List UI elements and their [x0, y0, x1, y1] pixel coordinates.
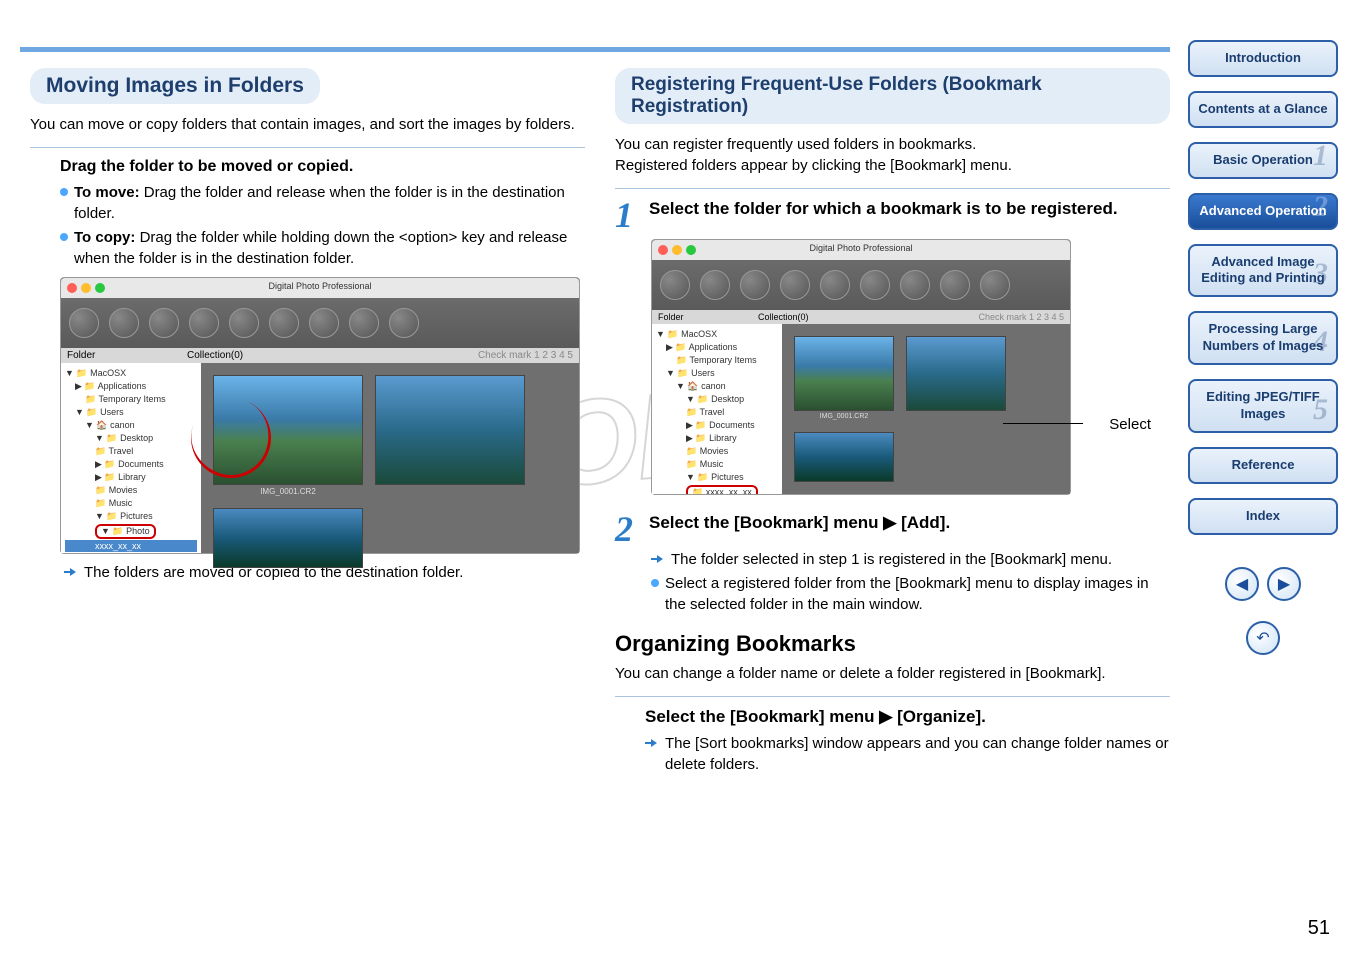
- left-column: Moving Images in Folders You can move or…: [30, 68, 585, 778]
- intro-registering: You can register frequently used folders…: [615, 134, 1170, 176]
- nav-reference[interactable]: Reference: [1188, 447, 1338, 484]
- toolbar-button[interactable]: [660, 270, 690, 300]
- right-column: Registering Frequent-Use Folders (Bookma…: [615, 68, 1170, 778]
- toolbar-button[interactable]: [980, 270, 1010, 300]
- tab-collection[interactable]: Collection(0): [758, 312, 978, 322]
- thumbnail[interactable]: [794, 336, 894, 411]
- rule: [30, 147, 585, 148]
- thumbnail[interactable]: [794, 432, 894, 482]
- move-text: Drag the folder and release when the fol…: [74, 184, 565, 222]
- toolbar-button[interactable]: [149, 308, 179, 338]
- arrow-icon: [64, 567, 78, 577]
- nav-introduction[interactable]: Introduction: [1188, 40, 1338, 77]
- selected-folder[interactable]: 📁 xxxx_xx_xx: [686, 485, 758, 494]
- step2-bullet: Select a registered folder from the [Boo…: [651, 573, 1170, 615]
- thumbnail[interactable]: [375, 375, 525, 485]
- toolbar-button[interactable]: [700, 270, 730, 300]
- nav-processing-large[interactable]: Processing Large Numbers of Images4: [1188, 311, 1338, 365]
- back-button[interactable]: ↶: [1246, 621, 1280, 655]
- section-title-moving: Moving Images in Folders: [30, 68, 320, 104]
- bullet-icon: [60, 233, 68, 241]
- toolbar-button[interactable]: [860, 270, 890, 300]
- sidebar-nav: Introduction Contents at a Glance Basic …: [1188, 40, 1338, 655]
- toolbar-button[interactable]: [389, 308, 419, 338]
- bullet-move: To move: Drag the folder and release whe…: [60, 182, 585, 224]
- callout-line: [1003, 423, 1083, 424]
- prev-page-button[interactable]: ◀: [1225, 567, 1259, 601]
- app-toolbar: [652, 260, 1070, 310]
- app-title: Digital Photo Professional: [268, 281, 371, 291]
- screenshot-select-folder: Digital Photo Professional: [651, 239, 1071, 495]
- copy-text: Drag the folder while holding down the <…: [74, 229, 567, 267]
- thumbnail[interactable]: [213, 508, 363, 568]
- nav-advanced-editing[interactable]: Advanced Image Editing and Printing3: [1188, 244, 1338, 298]
- tab-folder[interactable]: Folder: [67, 350, 187, 361]
- section-title-registering: Registering Frequent-Use Folders (Bookma…: [615, 68, 1170, 124]
- toolbar-button[interactable]: [740, 270, 770, 300]
- toolbar-button[interactable]: [309, 308, 339, 338]
- step2-title: Select the [Bookmark] menu ▶ [Add].: [649, 513, 950, 533]
- nav-basic-operation[interactable]: Basic Operation1: [1188, 142, 1338, 179]
- toolbar-button[interactable]: [269, 308, 299, 338]
- tab-checkmark[interactable]: Check mark 1 2 3 4 5: [478, 350, 573, 361]
- step2-result: The folder selected in step 1 is registe…: [651, 549, 1170, 570]
- bullet-copy: To copy: Drag the folder while holding d…: [60, 227, 585, 269]
- page-nav-controls: ◀ ▶: [1188, 567, 1338, 601]
- thumbnail[interactable]: [213, 375, 363, 485]
- top-separator: [20, 47, 1170, 52]
- nav-contents[interactable]: Contents at a Glance: [1188, 91, 1338, 128]
- step1-title: Select the folder for which a bookmark i…: [649, 199, 1118, 219]
- arrow-icon: [645, 738, 659, 748]
- toolbar-button[interactable]: [820, 270, 850, 300]
- folder-tree[interactable]: ▼ 📁 MacOSX ▶ 📁 Applications 📁 Temporary …: [652, 324, 782, 494]
- bullet-icon: [60, 188, 68, 196]
- org-step: Select the [Bookmark] menu ▶ [Organize].: [645, 707, 1170, 727]
- nav-advanced-operation[interactable]: Advanced Operation2: [1188, 193, 1338, 230]
- rule: [615, 188, 1170, 189]
- toolbar-button[interactable]: [69, 308, 99, 338]
- toolbar-button[interactable]: [780, 270, 810, 300]
- org-result: The [Sort bookmarks] window appears and …: [645, 733, 1170, 775]
- main-content: Moving Images in Folders You can move or…: [30, 68, 1170, 778]
- tab-collection[interactable]: Collection(0): [187, 350, 478, 361]
- tab-checkmark[interactable]: Check mark 1 2 3 4 5: [978, 312, 1064, 322]
- intro-moving: You can move or copy folders that contai…: [30, 114, 585, 135]
- toolbar-button[interactable]: [109, 308, 139, 338]
- bullet-icon: [651, 579, 659, 587]
- organizing-title: Organizing Bookmarks: [615, 631, 1170, 657]
- step-title-drag: Drag the folder to be moved or copied.: [60, 158, 585, 176]
- arrow-icon: [651, 554, 665, 564]
- toolbar-button[interactable]: [940, 270, 970, 300]
- screenshot-drag-folder: Digital Photo Professional Folder Collec…: [60, 277, 580, 554]
- toolbar-button[interactable]: [900, 270, 930, 300]
- move-label: To move:: [74, 184, 140, 201]
- step-number-2: 2: [615, 513, 641, 545]
- nav-index[interactable]: Index: [1188, 498, 1338, 535]
- next-page-button[interactable]: ▶: [1267, 567, 1301, 601]
- nav-editing-jpeg-tiff[interactable]: Editing JPEG/TIFF Images5: [1188, 379, 1338, 433]
- organizing-intro: You can change a folder name or delete a…: [615, 663, 1170, 684]
- thumbnail[interactable]: [906, 336, 1006, 411]
- toolbar-button[interactable]: [189, 308, 219, 338]
- toolbar-button[interactable]: [349, 308, 379, 338]
- select-label: Select: [1109, 416, 1151, 433]
- step-number-1: 1: [615, 199, 641, 231]
- rule: [615, 696, 1170, 697]
- copy-label: To copy:: [74, 229, 135, 246]
- tab-folder[interactable]: Folder: [658, 312, 758, 322]
- toolbar-button[interactable]: [229, 308, 259, 338]
- app-toolbar: [61, 298, 579, 348]
- folder-tree[interactable]: ▼ 📁 MacOSX ▶ 📁 Applications 📁 Temporary …: [61, 363, 201, 553]
- app-title: Digital Photo Professional: [809, 243, 912, 253]
- page-number: 51: [1308, 917, 1330, 940]
